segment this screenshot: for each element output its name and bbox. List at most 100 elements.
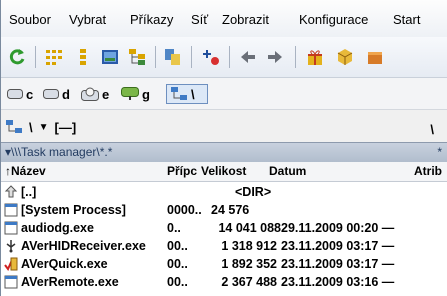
chevron-down-icon: ▼ [38,121,49,133]
file-name: audiodg.exe [21,221,94,235]
toolbar-separator [191,46,192,68]
thumbnail-view-icon [102,50,118,64]
file-date: 29.11.2009 00:20 — [281,221,395,235]
file-name: AVerHIDReceiver.exe [21,239,146,253]
file-size: 1 892 352 [221,257,277,271]
thumbnail-view-button[interactable] [98,45,122,69]
file-name: AVerQuick.exe [21,257,108,271]
back-icon [241,51,255,63]
file-dir: <DIR> [235,185,272,199]
compare-button[interactable] [161,45,185,69]
menu-prikazy[interactable]: Příkazy [130,12,173,28]
network-drive-icon [121,87,139,100]
list-item[interactable]: AVerQuick.exe 00.. 1 892 352 23.11.2009 … [1,256,447,273]
file-date: 23.11.2009 03:16 — [281,275,395,289]
path-label: \ [430,122,434,137]
up-folder-icon [4,185,18,198]
path-row: \ ▼ [—] \ [1,110,447,142]
column-header: ↑Název Přípc Velikost Datum Atrib [1,162,447,182]
menu-soubor[interactable]: Soubor [9,12,51,28]
back-button[interactable] [236,45,260,69]
user-drive-icon [81,87,99,101]
file-size: 24 576 [211,203,250,217]
process-icon [4,275,18,289]
column-pid[interactable]: Přípc [167,164,199,178]
menu-start[interactable]: Start [393,12,420,28]
menu-sit[interactable]: Síť [191,12,208,28]
column-size[interactable]: Velikost [201,164,265,178]
drive-icon [43,89,59,99]
drive-d-button[interactable]: d [43,84,70,104]
menu-vybrat[interactable]: Vybrat [69,12,106,28]
file-date: 23.11.2009 03:17 — [281,239,395,253]
toolbar-separator [35,46,36,68]
app-window: Soubor Vybrat Příkazy Síť Zobrazit Konfi… [0,0,447,296]
file-size: 1 318 912 [221,239,277,253]
panel-tab-header[interactable]: ▾\\\Task manager\*.* * [1,142,447,162]
file-pid: 0000.. [167,203,202,217]
drive-combo-value: \ [29,119,33,135]
drive-letter: g [142,86,150,102]
file-size: 14 041 088 [218,221,281,235]
drive-c-button[interactable]: c [7,84,33,104]
detailed-view-button[interactable] [71,45,95,69]
filter-star[interactable]: * [437,145,442,159]
cube-icon [337,49,353,65]
forward-icon [268,51,282,63]
process-icon [4,221,18,235]
refresh-icon [9,49,25,65]
file-name: AVerRemote.exe [21,275,119,289]
file-name: [System Process] [21,203,126,217]
tree-view-icon [129,49,145,65]
column-attr[interactable]: Atrib [414,164,447,178]
menu-konfigurace[interactable]: Konfigurace [299,12,368,28]
drive-network-button[interactable]: \ [166,84,208,104]
pack-button[interactable] [199,45,223,69]
package-button[interactable] [363,45,387,69]
drive-letter: e [102,86,110,102]
drive-bar: c d e g \ [1,78,447,110]
drive-g-button[interactable]: g [121,84,150,104]
tree-view-button[interactable] [125,45,149,69]
pack-icon [203,50,219,65]
column-name[interactable]: ↑Název [5,164,165,178]
network-icon [171,87,187,100]
list-item[interactable]: AVerRemote.exe 00.. 2 367 488 23.11.2009… [1,274,447,291]
gift-icon [308,50,322,65]
toolbar [1,37,447,78]
brief-view-icon [46,50,62,65]
toolbar-separator [295,46,296,68]
drive-icon [7,89,23,99]
package-icon [368,52,382,64]
drive-letter: c [26,86,34,102]
toolbar-separator [155,46,156,68]
list-item[interactable]: audiodg.exe 0.. 14 041 088 29.11.2009 00… [1,220,447,237]
root-dir-button[interactable]: [—] [55,120,77,135]
drive-combo[interactable]: \ ▼ [—] [5,117,76,137]
list-item[interactable]: [..] <DIR> [1,184,447,201]
usb-icon [6,240,16,253]
process-icon [4,203,18,217]
list-item[interactable]: [System Process] 0000.. 24 576 [1,202,447,219]
file-size: 2 367 488 [221,275,277,289]
forward-button[interactable] [263,45,287,69]
averquick-icon [4,257,18,271]
detailed-view-icon [80,49,86,65]
drive-letter: d [62,86,70,102]
toolbar-separator [229,46,230,68]
drive-e-button[interactable]: e [81,84,109,104]
current-path: ▾\\\Task manager\*.* [5,145,113,159]
cube-button[interactable] [333,45,357,69]
compare-icon [165,49,180,65]
file-list: [..] <DIR> [System Process] 0000.. 24 57… [1,182,447,296]
network-icon [6,120,22,133]
refresh-button[interactable] [5,45,29,69]
menu-zobrazit[interactable]: Zobrazit [222,12,269,28]
brief-view-button[interactable] [42,45,66,69]
column-date[interactable]: Datum [269,164,365,178]
gift-button[interactable] [303,45,327,69]
list-item[interactable]: AVerHIDReceiver.exe 00.. 1 318 912 23.11… [1,238,447,255]
menu-bar: Soubor Vybrat Příkazy Síť Zobrazit Konfi… [1,0,447,37]
file-name: [..] [21,185,37,199]
drive-letter: \ [191,86,195,102]
